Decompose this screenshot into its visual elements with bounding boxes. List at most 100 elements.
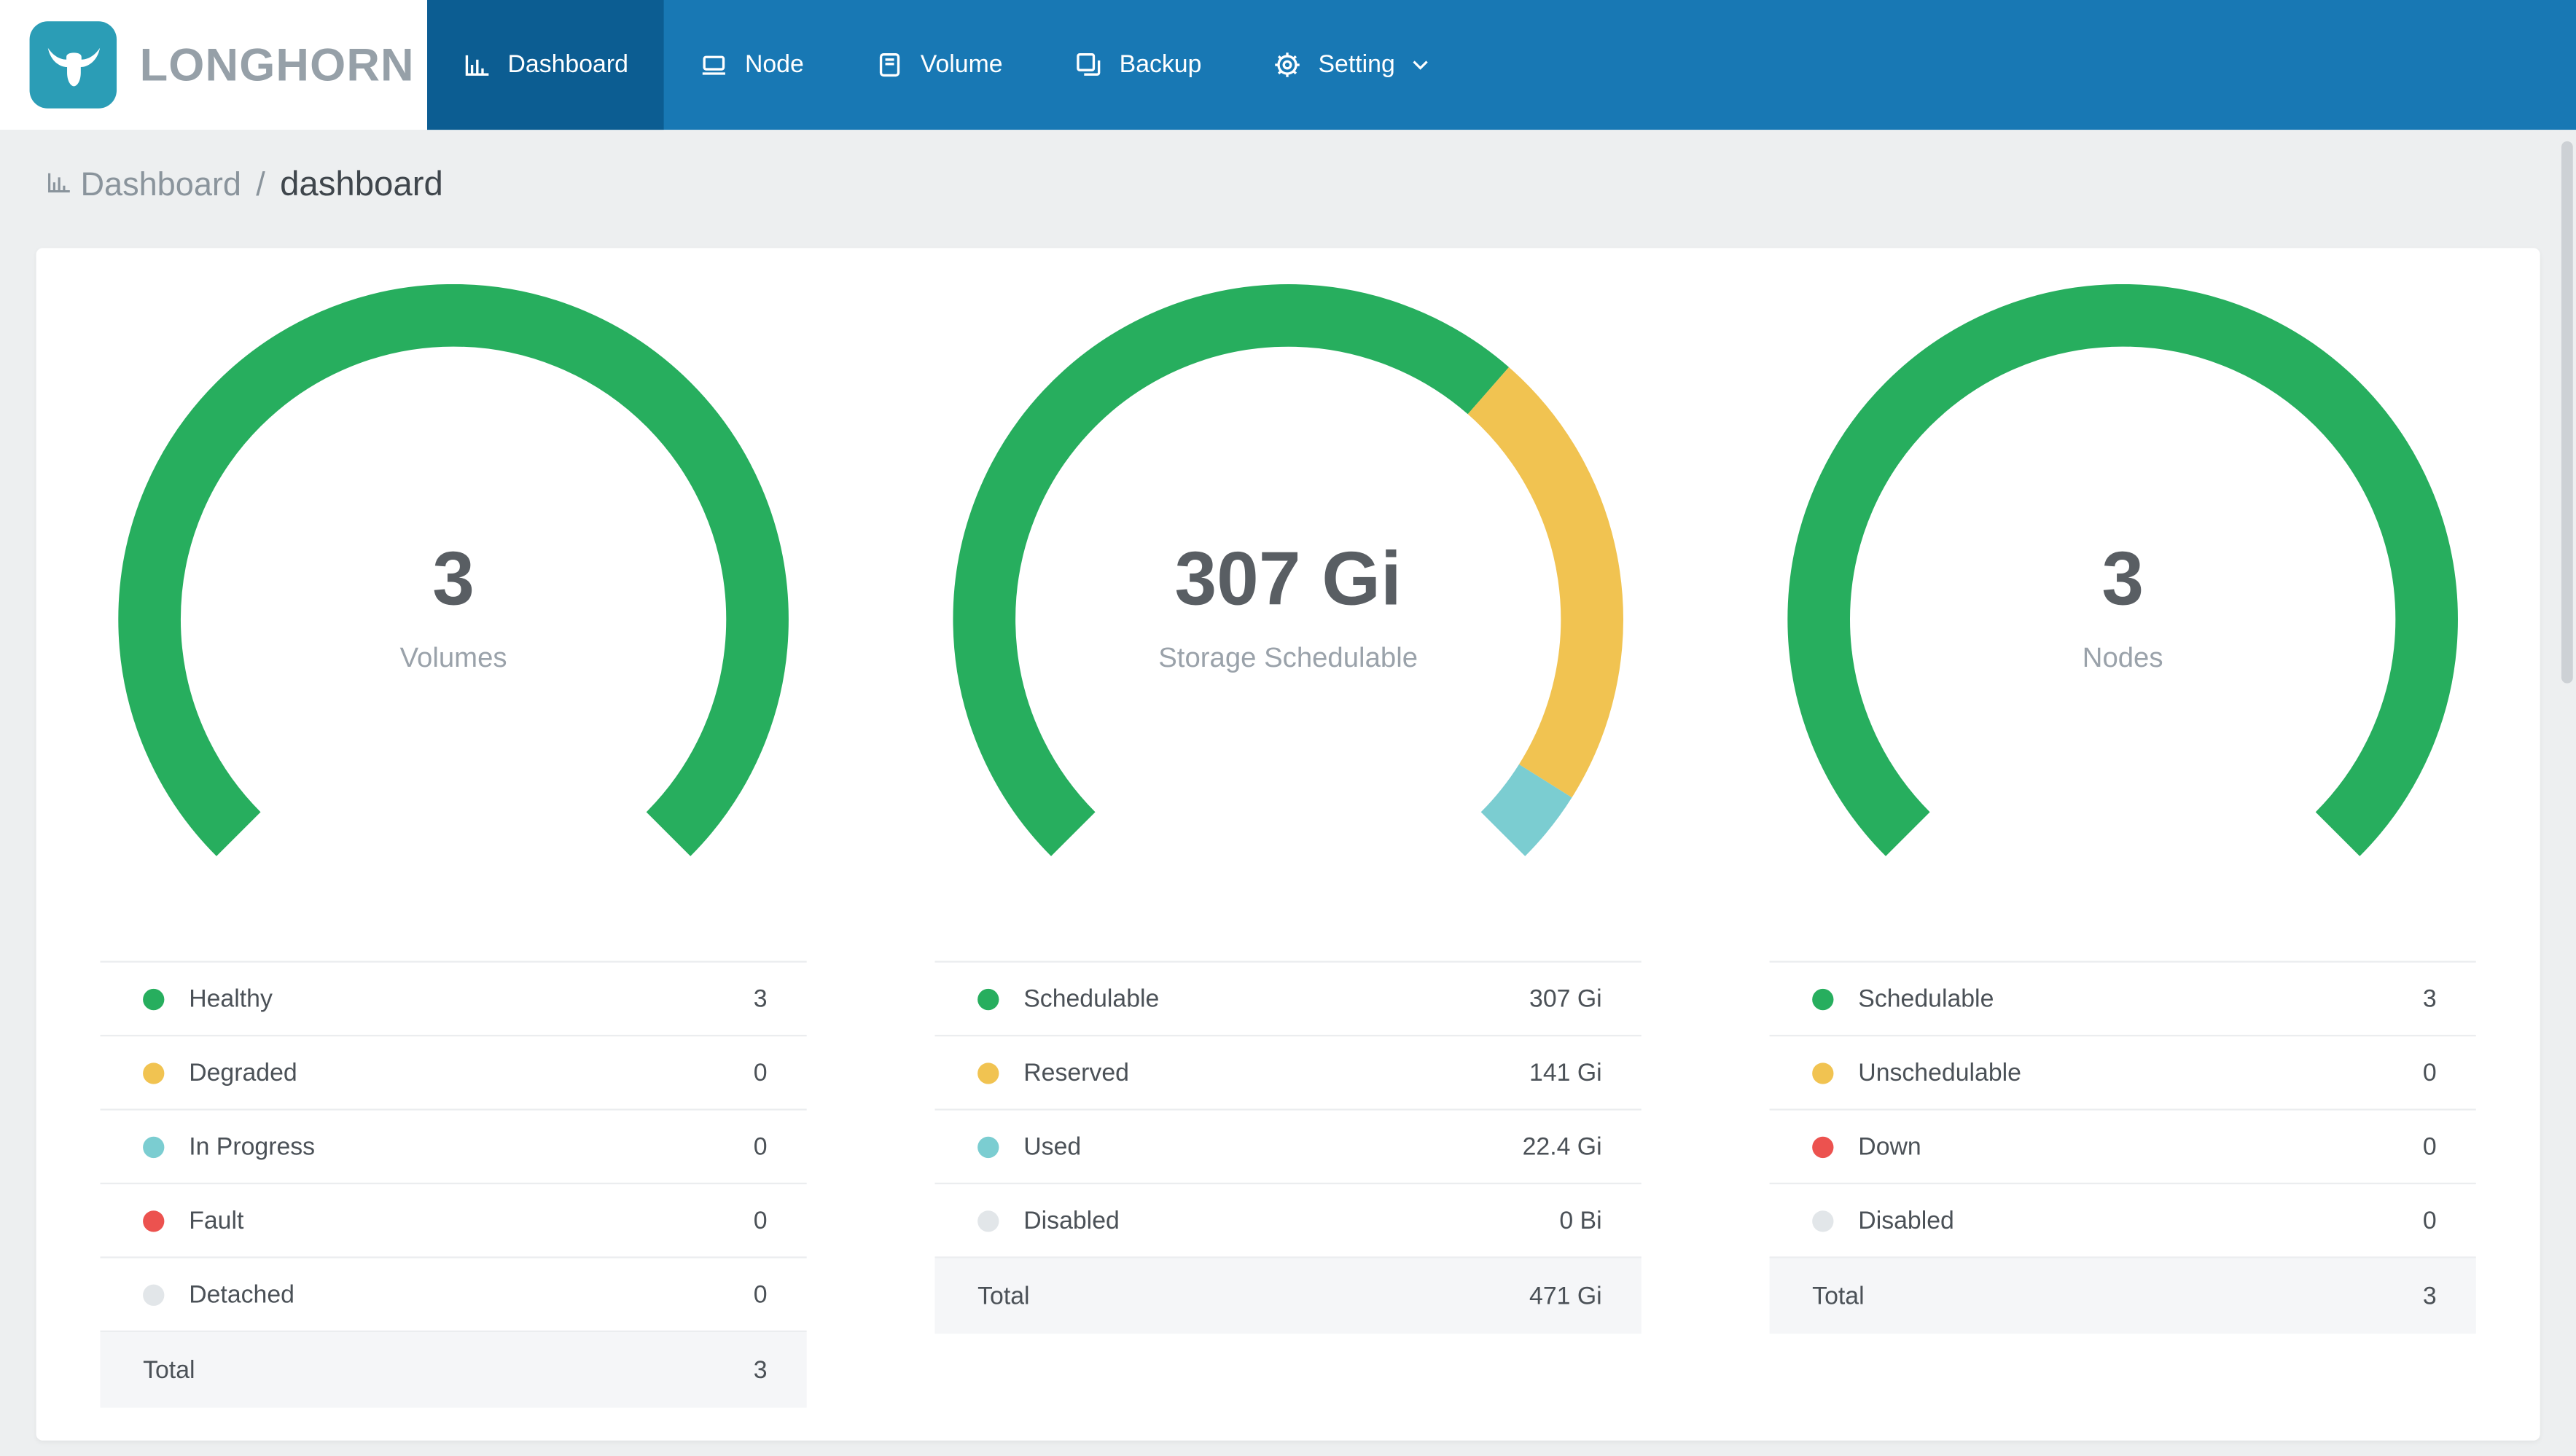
top-header: LONGHORN Dashboard Node Volume Backup Se… [0, 0, 2576, 130]
legend-total-row: Total 3 [1769, 1258, 2476, 1334]
nodes-gauge: 3 Nodes [1753, 283, 2492, 875]
legend-row-unschedulable: Unschedulable 0 [1769, 1036, 2476, 1111]
legend-table-volumes: Healthy 3 Degraded 0 In Progress 0 Fault 0 Detac… [100, 960, 807, 1408]
legend-row-degraded: Degraded 0 [100, 1036, 807, 1111]
legend-label: In Progress [189, 1132, 316, 1161]
legend-row-disabled: Disabled 0 [1769, 1184, 2476, 1259]
legend-label: Down [1858, 1132, 1921, 1161]
legend-row-in-progress: In Progress 0 [100, 1111, 807, 1185]
gauge-center-value: 307 Gi [1174, 535, 1402, 622]
main-nav: Dashboard Node Volume Backup Setting [427, 0, 2576, 130]
status-dot-green [977, 987, 999, 1010]
gauge-segment-used [1480, 764, 1572, 856]
nav-item-setting[interactable]: Setting [1238, 0, 1466, 130]
legend-label: Schedulable [1858, 985, 1994, 1013]
legend-value: 0 [2422, 1058, 2437, 1087]
database-icon [876, 51, 904, 79]
status-dot-green [143, 987, 165, 1010]
nodes-panel: 3 Nodes Schedulable 3 Unschedulable 0 Down 0 D… [1706, 283, 2540, 1408]
gauge-center: 3 Nodes [1753, 541, 2492, 676]
longhorn-bull-icon [29, 21, 117, 109]
nav-item-node[interactable]: Node [664, 0, 840, 130]
nav-label: Volume [920, 50, 1003, 79]
legend-value: 0 [753, 1132, 768, 1161]
breadcrumb: Dashboard / dashboard [0, 130, 2576, 248]
breadcrumb-dashboard-link[interactable]: Dashboard [46, 167, 241, 205]
breadcrumb-current-page: dashboard [280, 165, 443, 204]
status-dot-teal [977, 1135, 999, 1157]
legend-value: 3 [753, 985, 768, 1013]
storage-gauge: 307 Gi Storage Schedulable [918, 284, 1658, 875]
gauge-center-label: Storage Schedulable [1158, 642, 1418, 674]
legend-row-fault: Fault 0 [100, 1184, 807, 1259]
scrollbar-thumb[interactable] [2561, 141, 2573, 684]
legend-value: 0 [2422, 1206, 2437, 1234]
gauge-center-label: Nodes [2082, 642, 2163, 674]
legend-total-label: Total [977, 1282, 1030, 1310]
legend-row-schedulable: Schedulable 3 [1769, 963, 2476, 1037]
status-dot-green [1812, 987, 1834, 1010]
legend-row-reserved: Reserved 141 Gi [934, 1036, 1642, 1111]
chevron-down-icon [1411, 58, 1429, 71]
legend-value: 0 [753, 1206, 768, 1234]
status-dot-yellow [143, 1062, 165, 1084]
status-dot-gray [1812, 1210, 1834, 1232]
legend-label: Schedulable [1023, 985, 1160, 1013]
legend-table-nodes: Schedulable 3 Unschedulable 0 Down 0 Disabled 0… [1769, 960, 2476, 1334]
legend-value: 0 [753, 1058, 768, 1087]
status-dot-gray [143, 1283, 165, 1305]
legend-label: Disabled [1858, 1206, 1954, 1234]
legend-label: Unschedulable [1858, 1058, 2021, 1087]
breadcrumb-separator: / [256, 166, 265, 203]
status-dot-yellow [977, 1062, 999, 1084]
gear-icon [1274, 51, 1302, 79]
copy-icon [1075, 51, 1103, 79]
gauge-center-value: 3 [2101, 535, 2144, 622]
legend-row-used: Used 22.4 Gi [934, 1111, 1642, 1185]
status-dot-gray [977, 1210, 999, 1232]
gauge-center: 3 Volumes [84, 541, 823, 676]
legend-label: Degraded [189, 1058, 297, 1087]
legend-value: 141 Gi [1529, 1058, 1602, 1087]
volumes-gauge: 3 Volumes [84, 283, 823, 875]
nav-label: Setting [1318, 50, 1395, 79]
gauge-center-value: 3 [432, 535, 475, 622]
breadcrumb-section-label: Dashboard [80, 166, 241, 203]
legend-row-disabled: Disabled 0 Bi [934, 1184, 1642, 1259]
legend-row-detached: Detached 0 [100, 1259, 807, 1332]
storage-panel: 307 Gi Storage Schedulable Schedulable 30… [871, 284, 1706, 1408]
legend-label: Fault [189, 1206, 244, 1234]
brand-name: LONGHORN [139, 38, 415, 90]
legend-total-row: Total 471 Gi [934, 1258, 1642, 1334]
legend-label: Detached [189, 1280, 294, 1309]
legend-row-healthy: Healthy 3 [100, 963, 807, 1037]
legend-label: Disabled [1023, 1206, 1120, 1234]
dashboard-card: 3 Volumes Healthy 3 Degraded 0 In Progress 0 F… [36, 248, 2540, 1441]
legend-table-storage: Schedulable 307 Gi Reserved 141 Gi Used 22.4 … [934, 960, 1642, 1334]
nav-item-backup[interactable]: Backup [1039, 0, 1238, 130]
nav-item-dashboard[interactable]: Dashboard [427, 0, 665, 130]
legend-value: 3 [2422, 985, 2437, 1013]
gauge-center: 307 Gi Storage Schedulable [918, 541, 1658, 676]
legend-value: 307 Gi [1529, 985, 1602, 1013]
legend-value: 22.4 Gi [1522, 1132, 1602, 1161]
legend-row-down: Down 0 [1769, 1111, 2476, 1185]
page: LONGHORN Dashboard Node Volume Backup Se… [0, 0, 2576, 1455]
status-dot-red [1812, 1135, 1834, 1157]
nav-label: Node [744, 50, 804, 79]
status-dot-teal [143, 1135, 165, 1157]
nav-item-volume[interactable]: Volume [840, 0, 1039, 130]
status-dot-yellow [1812, 1062, 1834, 1084]
legend-label: Used [1023, 1132, 1082, 1161]
legend-total-label: Total [1812, 1282, 1865, 1310]
legend-value: 0 [2422, 1132, 2437, 1161]
bar-chart-icon [46, 167, 72, 205]
legend-total-value: 471 Gi [1529, 1282, 1602, 1310]
legend-value: 0 Bi [1559, 1206, 1602, 1234]
volumes-panel: 3 Volumes Healthy 3 Degraded 0 In Progress 0 F… [36, 283, 871, 1408]
gauge-center-label: Volumes [399, 642, 507, 674]
logo[interactable]: LONGHORN [0, 0, 428, 130]
legend-total-label: Total [143, 1355, 195, 1384]
legend-label: Reserved [1023, 1058, 1129, 1087]
laptop-icon [700, 51, 728, 79]
